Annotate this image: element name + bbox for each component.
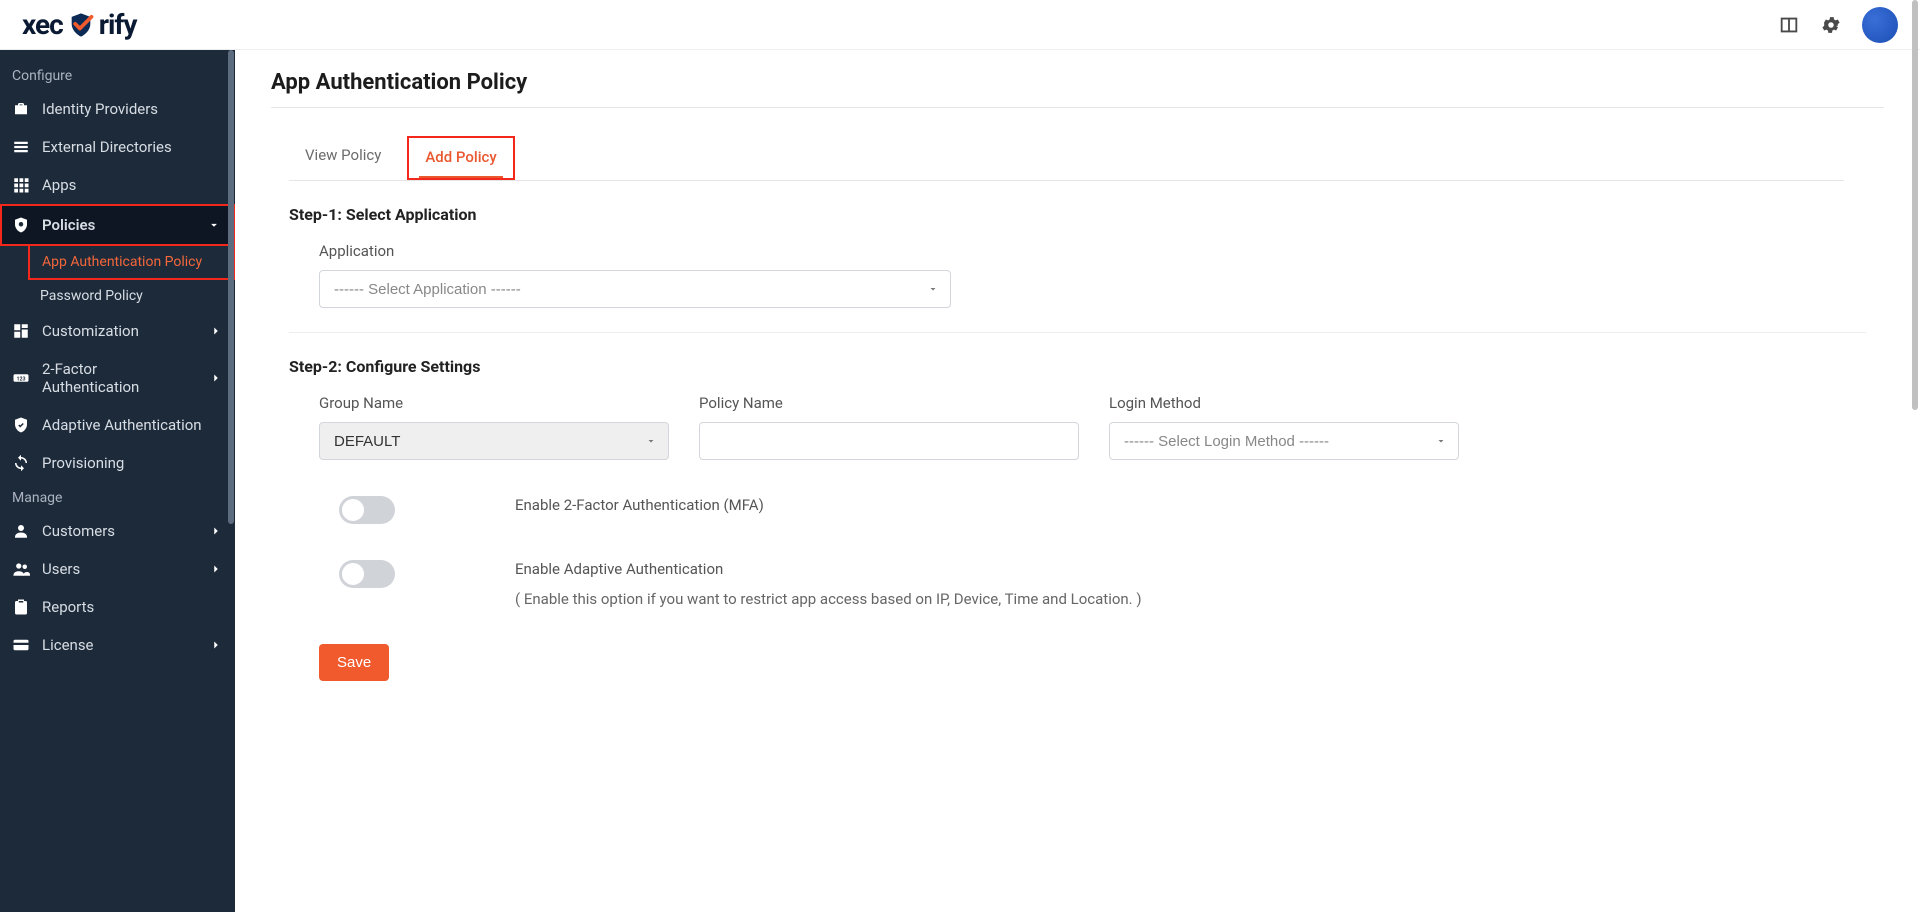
login-method-field: Login Method ------ Select Login Method … — [1109, 394, 1459, 460]
toggle-2fa-label: Enable 2-Factor Authentication (MFA) — [515, 496, 764, 514]
sidebar-item-2fa[interactable]: 123 2-Factor Authentication — [0, 350, 235, 406]
application-label: Application — [319, 242, 1884, 260]
sidebar-item-external-directories[interactable]: External Directories — [0, 128, 235, 166]
label: Policies — [42, 216, 195, 234]
topbar-actions — [1778, 7, 1898, 43]
clipboard-icon — [12, 598, 30, 616]
label: 2-Factor Authentication — [42, 360, 197, 396]
application-select-wrap: ------ Select Application ------ — [319, 270, 951, 308]
brand-part1: xec — [22, 8, 63, 41]
tab-add-policy-highlight: Add Policy — [407, 136, 514, 180]
sidebar-subitem-password-policy[interactable]: Password Policy — [28, 280, 235, 312]
sidebar-item-identity-providers[interactable]: Identity Providers — [0, 90, 235, 128]
card-icon — [12, 636, 30, 654]
users-icon — [12, 560, 30, 578]
label: Reports — [42, 598, 223, 616]
label: Apps — [42, 176, 223, 194]
svg-text:123: 123 — [16, 376, 25, 382]
chevron-right-icon — [209, 524, 223, 538]
toggle-2fa-row: Enable 2-Factor Authentication (MFA) — [339, 496, 1884, 524]
toggle-adaptive[interactable] — [339, 560, 395, 588]
sidebar-policies-submenu: App Authentication Policy Password Polic… — [0, 246, 235, 312]
pin-code-icon: 123 — [12, 369, 30, 387]
tab-view-policy[interactable]: View Policy — [289, 136, 397, 180]
label: Customers — [42, 522, 197, 540]
chevron-down-icon — [207, 218, 221, 232]
sidebar-item-provisioning[interactable]: Provisioning — [0, 444, 235, 482]
page-title: App Authentication Policy — [271, 70, 1884, 95]
chevron-right-icon — [209, 562, 223, 576]
sidebar-item-license[interactable]: License — [0, 626, 235, 664]
brand-logo: xec rify — [22, 8, 136, 41]
policy-name-field: Policy Name — [699, 394, 1079, 460]
list-icon — [12, 138, 30, 156]
step-2-title: Step-2: Configure Settings — [289, 357, 1884, 376]
sidebar-scrollbar[interactable] — [228, 50, 234, 524]
chevron-right-icon — [209, 638, 223, 652]
sidebar-item-adaptive-auth[interactable]: Adaptive Authentication — [0, 406, 235, 444]
label: Identity Providers — [42, 100, 223, 118]
policy-name-input[interactable] — [699, 422, 1079, 460]
page-scrollbar[interactable] — [1912, 0, 1918, 410]
label: Provisioning — [42, 454, 223, 472]
sidebar-item-apps[interactable]: Apps — [0, 166, 235, 204]
login-method-label: Login Method — [1109, 394, 1459, 412]
sidebar-item-customers[interactable]: Customers — [0, 512, 235, 550]
toggle-adaptive-label: Enable Adaptive Authentication — [515, 560, 1142, 578]
settings-row: Group Name DEFAULT Policy Name — [319, 394, 1844, 460]
customize-icon — [12, 322, 30, 340]
label: Users — [42, 560, 197, 578]
label: Customization — [42, 322, 197, 340]
login-method-select[interactable]: ------ Select Login Method ------ — [1109, 422, 1459, 460]
chevron-right-icon — [209, 324, 223, 338]
step-1-title: Step-1: Select Application — [289, 205, 1884, 224]
group-name-label: Group Name — [319, 394, 669, 412]
application-field: Application ------ Select Application --… — [319, 242, 1884, 308]
label: App Authentication Policy — [42, 254, 221, 270]
title-divider — [271, 107, 1884, 108]
shield-check-icon — [67, 11, 95, 39]
sidebar-section-configure: Configure — [0, 60, 235, 90]
policy-name-label: Policy Name — [699, 394, 1079, 412]
user-icon — [12, 522, 30, 540]
group-name-select[interactable]: DEFAULT — [319, 422, 669, 460]
group-name-field: Group Name DEFAULT — [319, 394, 669, 460]
briefcase-icon — [12, 100, 30, 118]
label: Adaptive Authentication — [42, 416, 223, 434]
sidebar-item-policies[interactable]: Policies — [0, 204, 235, 246]
top-header: xec rify — [0, 0, 1920, 50]
main-content: App Authentication Policy View Policy Ad… — [235, 50, 1920, 912]
login-method-select-wrap: ------ Select Login Method ------ — [1109, 422, 1459, 460]
chevron-right-icon — [209, 371, 223, 385]
section-divider — [289, 332, 1866, 333]
sidebar-item-users[interactable]: Users — [0, 550, 235, 588]
application-select[interactable]: ------ Select Application ------ — [319, 270, 951, 308]
brand-part2: rify — [99, 8, 137, 41]
sidebar-section-manage: Manage — [0, 482, 235, 512]
sync-icon — [12, 454, 30, 472]
label: External Directories — [42, 138, 223, 156]
step-2: Step-2: Configure Settings Group Name DE… — [289, 357, 1884, 681]
docs-icon[interactable] — [1778, 14, 1800, 36]
sidebar-subitem-app-auth-policy[interactable]: App Authentication Policy — [28, 246, 235, 280]
sidebar-item-reports[interactable]: Reports — [0, 588, 235, 626]
toggle-adaptive-row: Enable Adaptive Authentication ( Enable … — [339, 560, 1884, 608]
grid-icon — [12, 176, 30, 194]
label: License — [42, 636, 197, 654]
sidebar: Configure Identity Providers External Di… — [0, 50, 235, 912]
toggle-adaptive-hint: ( Enable this option if you want to rest… — [515, 590, 1142, 608]
toggle-2fa[interactable] — [339, 496, 395, 524]
shield-icon — [12, 416, 30, 434]
sidebar-item-customization[interactable]: Customization — [0, 312, 235, 350]
policy-icon — [12, 216, 30, 234]
step-1: Step-1: Select Application Application -… — [289, 205, 1884, 308]
tab-add-policy[interactable]: Add Policy — [409, 138, 512, 178]
group-name-select-wrap: DEFAULT — [319, 422, 669, 460]
user-avatar[interactable] — [1862, 7, 1898, 43]
label: Password Policy — [40, 288, 223, 304]
gear-icon[interactable] — [1820, 14, 1842, 36]
policy-tabs: View Policy Add Policy — [289, 136, 1844, 181]
save-button[interactable]: Save — [319, 644, 389, 681]
